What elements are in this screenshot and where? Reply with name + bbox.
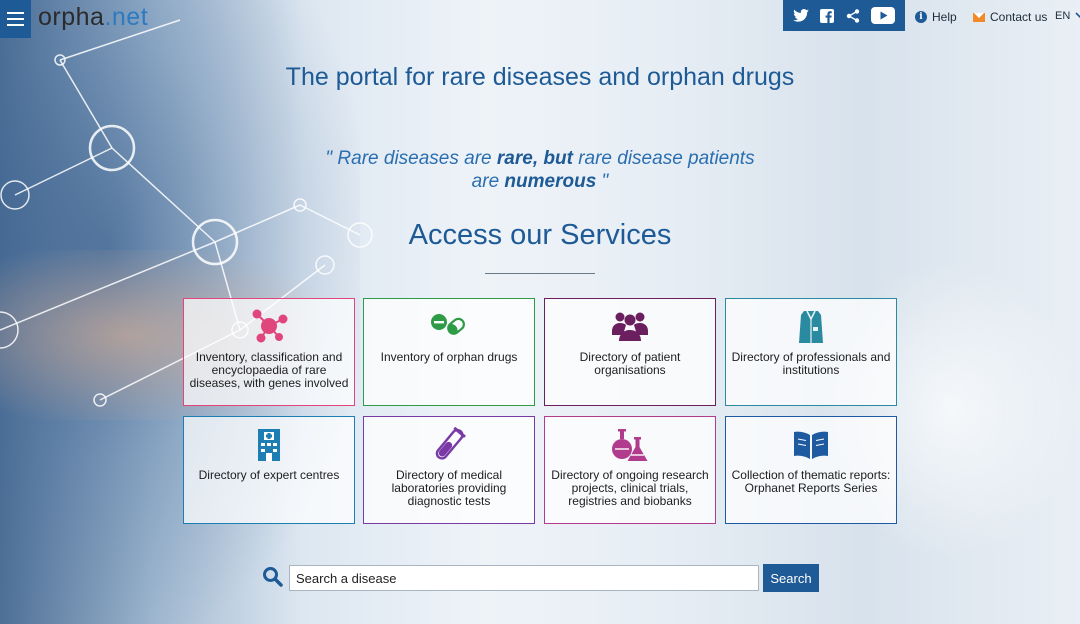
contact-link[interactable]: Contact us [973, 10, 1047, 24]
service-card-rare-diseases[interactable]: Inventory, classification and encyclopae… [183, 298, 355, 406]
pills-icon [364, 309, 534, 343]
flasks-icon [545, 427, 715, 461]
menu-bar-icon [7, 18, 24, 20]
info-icon: i [915, 11, 927, 23]
service-card-expert-centres[interactable]: Directory of expert centres [183, 416, 355, 524]
open-book-icon [726, 427, 896, 461]
service-card-label: Directory of patient organisations [579, 350, 681, 377]
contact-label: Contact us [990, 10, 1048, 24]
youtube-icon[interactable] [871, 7, 896, 24]
logo-text: orpha [38, 3, 105, 31]
page-title: The portal for rare diseases and orphan … [285, 63, 795, 91]
logo-text-accent: net [111, 3, 149, 31]
help-label: Help [932, 10, 957, 24]
search-button[interactable]: Search [763, 564, 819, 592]
hospital-icon [184, 427, 354, 461]
language-label: EN [1055, 10, 1071, 22]
service-card-medical-laboratories[interactable]: Directory of medical laboratories provid… [363, 416, 535, 524]
menu-bar-icon [7, 24, 24, 26]
service-card-label: Directory of ongoing research projects, … [551, 468, 709, 508]
mail-icon [973, 12, 985, 22]
service-card-label: Directory of expert centres [198, 468, 340, 482]
search-input[interactable] [289, 565, 759, 591]
help-link[interactable]: i Help [915, 10, 957, 24]
service-card-label: Inventory, classification and encyclopae… [189, 350, 349, 390]
lab-coat-icon [726, 309, 896, 343]
twitter-icon[interactable] [792, 9, 809, 22]
service-card-reports[interactable]: Collection of thematic reports: Orphanet… [725, 416, 897, 524]
service-card-label: Inventory of orphan drugs [380, 350, 518, 364]
search-icon [263, 567, 283, 587]
heading-divider [485, 273, 595, 274]
service-card-orphan-drugs[interactable]: Inventory of orphan drugs [363, 298, 535, 406]
menu-bar-icon [7, 12, 24, 14]
social-links [783, 0, 905, 31]
people-group-icon [545, 309, 715, 343]
test-tube-icon [364, 427, 534, 461]
tagline-quote: " Rare diseases are rare, but rare disea… [320, 147, 760, 193]
service-card-label: Directory of professionals and instituti… [731, 350, 891, 377]
molecule-icon [184, 309, 354, 343]
menu-button[interactable] [0, 0, 31, 38]
language-selector[interactable]: EN [1055, 10, 1080, 22]
quote-part: " Rare diseases are [325, 148, 497, 169]
service-card-label: Collection of thematic reports: Orphanet… [731, 468, 891, 495]
service-card-patient-organisations[interactable]: Directory of patient organisations [544, 298, 716, 406]
facebook-icon[interactable] [820, 8, 835, 23]
quote-part: " [596, 171, 609, 192]
share-icon[interactable] [846, 8, 860, 23]
quote-emphasis: numerous [504, 171, 597, 192]
quote-emphasis: rare, but [496, 148, 573, 169]
service-card-label: Directory of medical laboratories provid… [391, 468, 507, 508]
logo-dot: . [104, 3, 112, 31]
service-card-research-projects[interactable]: Directory of ongoing research projects, … [544, 416, 716, 524]
chevron-down-icon [1075, 12, 1080, 18]
service-card-professionals[interactable]: Directory of professionals and instituti… [725, 298, 897, 406]
orphanet-logo[interactable]: orpha.net [38, 3, 148, 32]
services-heading: Access our Services [408, 219, 672, 251]
